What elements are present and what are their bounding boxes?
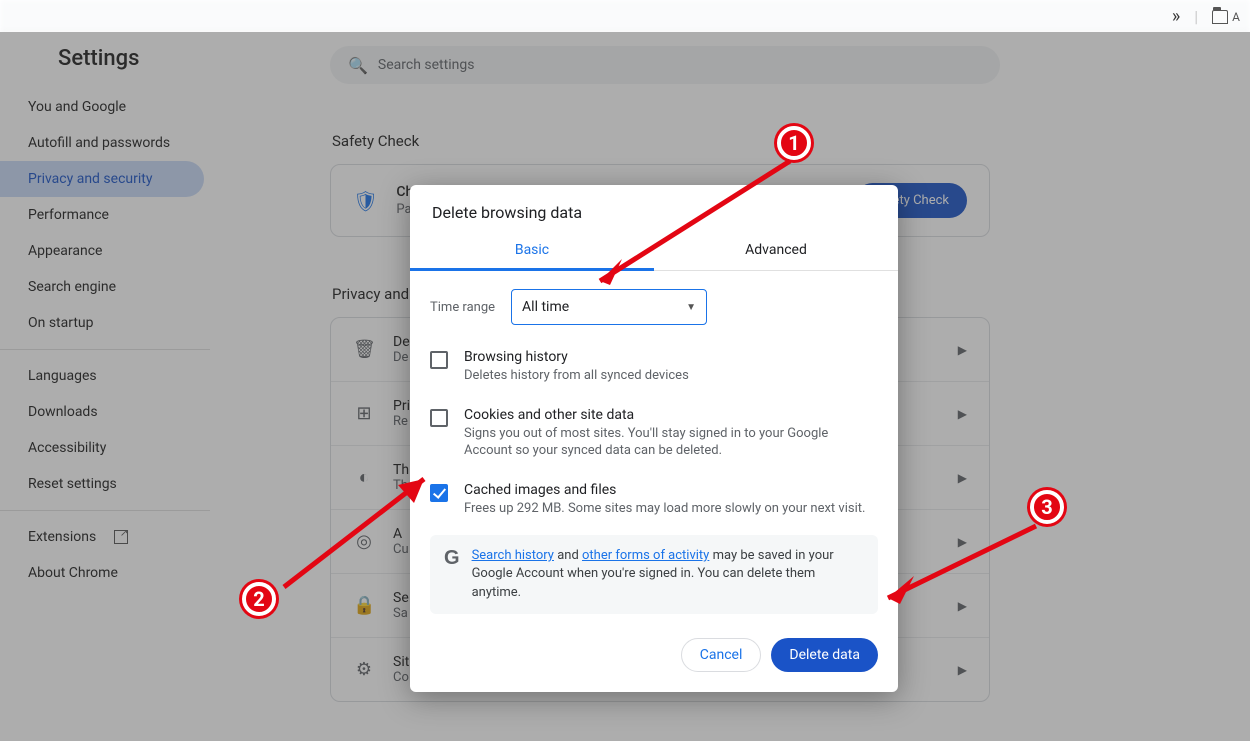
- google-account-info: G Search history and other forms of acti…: [430, 535, 878, 614]
- cancel-button[interactable]: Cancel: [681, 638, 762, 672]
- checkbox-cached[interactable]: [430, 484, 448, 502]
- checkbox-browsing-history[interactable]: [430, 351, 448, 369]
- bookmarks-folder-icon[interactable]: A: [1212, 10, 1240, 24]
- checkbox-cookies[interactable]: [430, 409, 448, 427]
- step-marker-3: 3: [1030, 490, 1064, 524]
- step-marker-2: 2: [242, 582, 276, 616]
- browser-tab[interactable]: [502, 4, 622, 28]
- tabs-overflow-icon[interactable]: »: [1172, 6, 1180, 27]
- browser-tab[interactable]: [626, 4, 746, 28]
- link-other-activity[interactable]: other forms of activity: [582, 548, 709, 563]
- chevron-down-icon: ▼: [686, 302, 696, 313]
- browser-tab[interactable]: [750, 4, 870, 28]
- browser-tab[interactable]: [130, 4, 250, 28]
- delete-browsing-data-dialog: Delete browsing data Basic Advanced Time…: [410, 185, 898, 692]
- browser-tab[interactable]: [6, 4, 126, 28]
- tab-advanced[interactable]: Advanced: [654, 232, 898, 270]
- google-logo-icon: G: [444, 547, 460, 602]
- browser-tab[interactable]: [874, 4, 994, 28]
- time-range-label: Time range: [430, 300, 495, 315]
- delete-data-button[interactable]: Delete data: [771, 638, 878, 672]
- dialog-title: Delete browsing data: [410, 185, 898, 232]
- time-range-select[interactable]: All time ▼: [511, 289, 707, 325]
- browser-tab[interactable]: [254, 4, 374, 28]
- browser-tabstrip: [0, 0, 1250, 32]
- browser-tab[interactable]: [378, 4, 498, 28]
- link-search-history[interactable]: Search history: [472, 548, 554, 563]
- step-marker-1: 1: [777, 126, 811, 160]
- tab-basic[interactable]: Basic: [410, 232, 654, 271]
